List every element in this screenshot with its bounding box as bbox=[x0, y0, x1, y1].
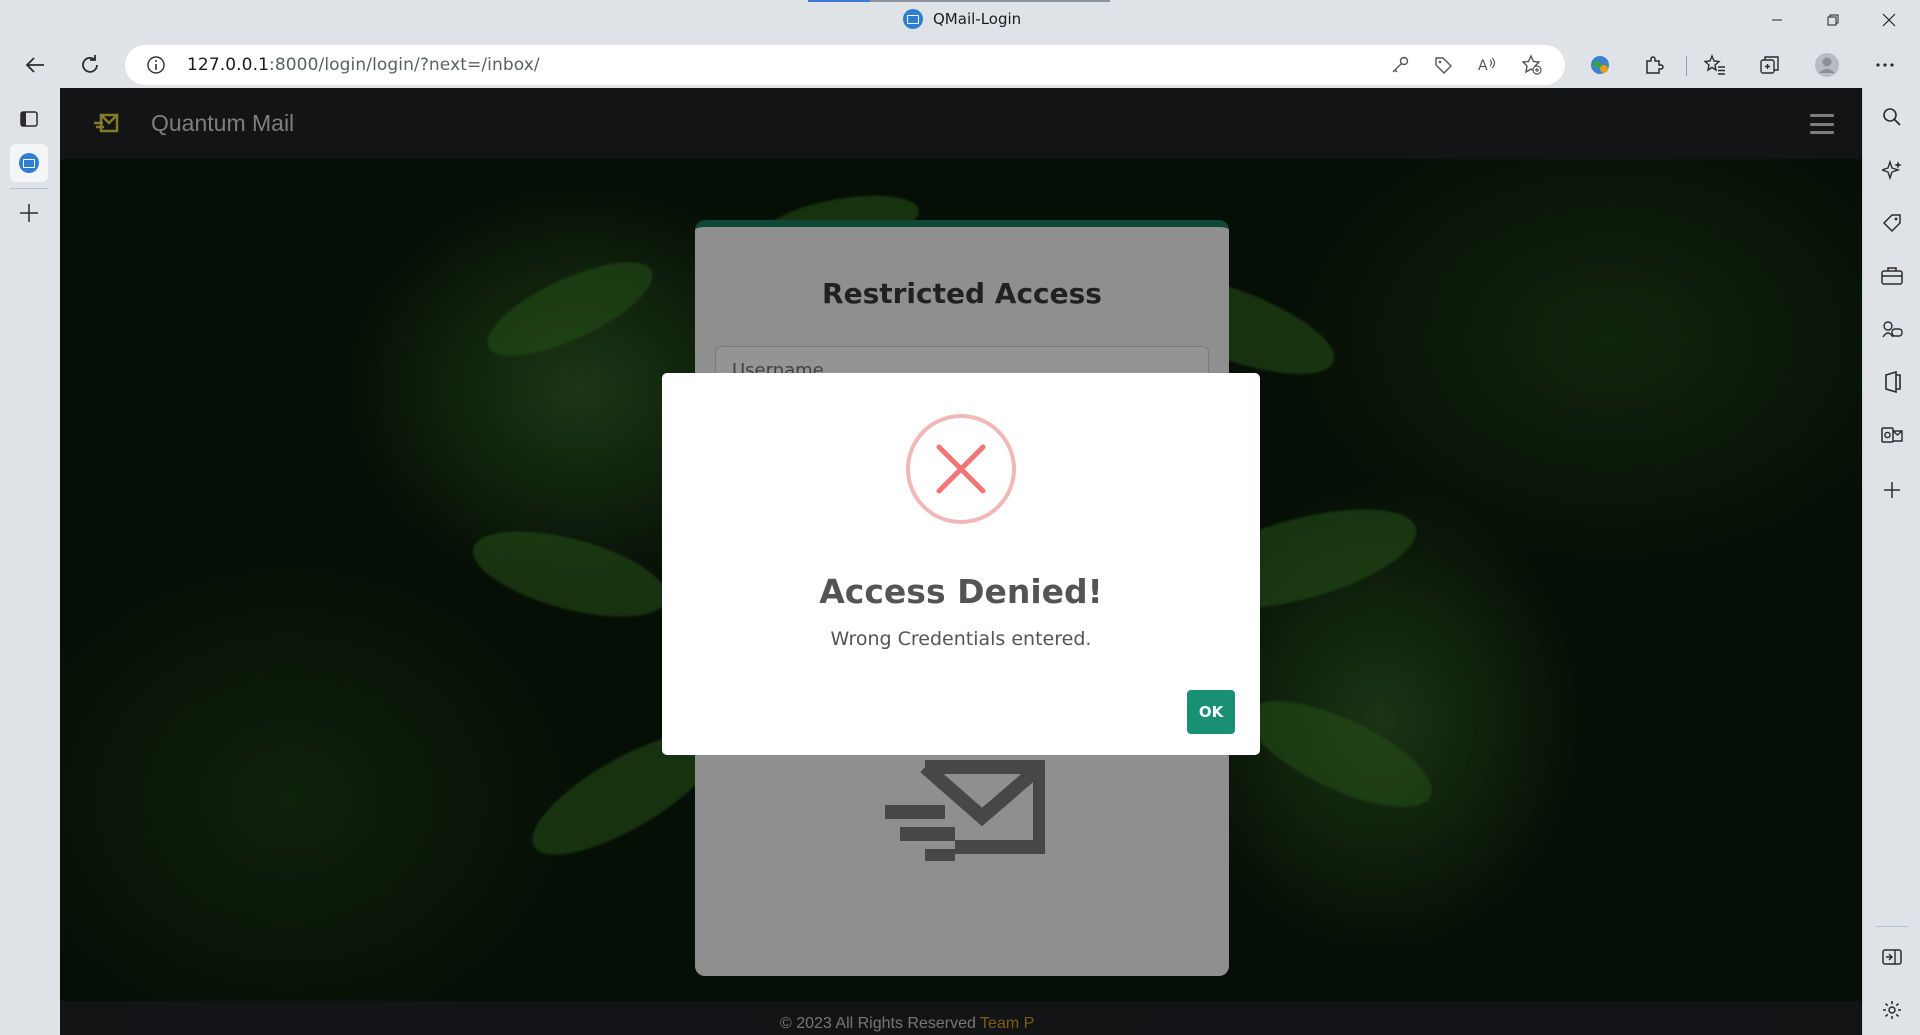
active-tab-qmail[interactable] bbox=[10, 144, 48, 182]
puzzle-icon bbox=[1646, 56, 1664, 74]
hide-sidebar-icon bbox=[1882, 949, 1902, 965]
close-icon bbox=[1882, 13, 1896, 27]
sidebar-settings-button[interactable] bbox=[1878, 996, 1906, 1024]
read-aloud-icon[interactable]: A bbox=[1477, 55, 1497, 75]
profile-button[interactable] bbox=[1812, 50, 1842, 80]
collections-icon bbox=[1760, 56, 1779, 74]
sidebar-search-button[interactable] bbox=[1878, 103, 1906, 131]
address-bar[interactable]: 127.0.0.1:8000/login/login/?next=/inbox/… bbox=[125, 45, 1565, 85]
sidebar-shopping-button[interactable] bbox=[1878, 209, 1906, 237]
collections-button[interactable] bbox=[1755, 50, 1785, 80]
more-dots-icon bbox=[1876, 63, 1894, 67]
restore-icon bbox=[1827, 14, 1839, 26]
url-host: 127.0.0.1 bbox=[187, 55, 270, 75]
sparkle-icon bbox=[1882, 160, 1902, 180]
back-arrow-icon bbox=[25, 57, 44, 73]
outlook-icon bbox=[1881, 427, 1903, 443]
mail-favicon-icon bbox=[19, 153, 39, 173]
mail-favicon-icon bbox=[903, 9, 923, 29]
window-title: QMail-Login bbox=[933, 10, 1022, 28]
plus-icon bbox=[1884, 482, 1900, 498]
alert-message: Wrong Credentials entered. bbox=[830, 628, 1092, 650]
new-tab-plus-icon[interactable] bbox=[18, 202, 40, 224]
vertical-tabs-rail bbox=[0, 88, 60, 1035]
window-title-bar: QMail-Login bbox=[0, 0, 1920, 42]
favorites-button[interactable] bbox=[1700, 50, 1730, 80]
ok-button[interactable]: OK bbox=[1187, 690, 1235, 734]
sidebar-tools-button[interactable] bbox=[1878, 262, 1906, 290]
tab-actions-icon[interactable] bbox=[19, 109, 39, 129]
url-path: :8000/login/login/?next=/inbox/ bbox=[269, 55, 540, 75]
avatar-icon bbox=[1815, 53, 1839, 77]
modal-backdrop[interactable]: Access Denied! Wrong Credentials entered… bbox=[60, 88, 1862, 1035]
sidebar-outlook-button[interactable] bbox=[1878, 421, 1906, 449]
settings-menu-button[interactable] bbox=[1870, 50, 1900, 80]
extension-globe-button[interactable] bbox=[1585, 50, 1615, 80]
window-tab[interactable]: QMail-Login bbox=[903, 9, 1021, 29]
extensions-button[interactable] bbox=[1639, 50, 1669, 80]
browser-sidebar bbox=[1862, 88, 1920, 1035]
sidebar-divider bbox=[1875, 926, 1909, 927]
svg-text:A: A bbox=[1478, 58, 1488, 74]
alert-title: Access Denied! bbox=[819, 572, 1103, 611]
shopping-tag-icon bbox=[1882, 214, 1901, 233]
office-icon bbox=[1885, 371, 1901, 393]
minimize-icon bbox=[1772, 19, 1782, 21]
sidebar-add-button[interactable] bbox=[1878, 476, 1906, 504]
tag-icon[interactable] bbox=[1433, 55, 1453, 75]
web-page: Quantum Mail Restricted Access Username … bbox=[60, 88, 1862, 1035]
games-icon bbox=[1882, 321, 1903, 338]
gear-icon bbox=[1883, 1001, 1901, 1019]
back-button[interactable] bbox=[20, 50, 50, 80]
minimize-button[interactable] bbox=[1752, 0, 1802, 40]
site-info-icon[interactable] bbox=[146, 55, 166, 75]
sidebar-office-button[interactable] bbox=[1878, 368, 1906, 396]
error-alert-dialog: Access Denied! Wrong Credentials entered… bbox=[662, 373, 1260, 755]
browser-toolbar: 127.0.0.1:8000/login/login/?next=/inbox/… bbox=[0, 42, 1920, 88]
toolbar-divider bbox=[1686, 56, 1687, 76]
search-icon bbox=[1883, 108, 1901, 126]
globe-extension-icon bbox=[1591, 56, 1609, 74]
close-window-button[interactable] bbox=[1864, 0, 1914, 40]
favorites-list-icon bbox=[1704, 54, 1725, 75]
refresh-icon bbox=[82, 55, 98, 73]
add-favorite-icon[interactable] bbox=[1521, 54, 1543, 76]
key-icon[interactable] bbox=[1390, 55, 1410, 75]
rail-divider bbox=[10, 188, 48, 189]
sidebar-games-button[interactable] bbox=[1878, 315, 1906, 343]
sidebar-hide-button[interactable] bbox=[1878, 943, 1906, 971]
briefcase-icon bbox=[1881, 267, 1903, 285]
refresh-button[interactable] bbox=[75, 50, 105, 80]
error-x-icon bbox=[906, 414, 1016, 524]
url-text[interactable]: 127.0.0.1:8000/login/login/?next=/inbox/ bbox=[187, 55, 540, 75]
tab-strip-indicator bbox=[808, 0, 1110, 2]
restore-button[interactable] bbox=[1808, 0, 1858, 40]
sidebar-copilot-button[interactable] bbox=[1878, 156, 1906, 184]
